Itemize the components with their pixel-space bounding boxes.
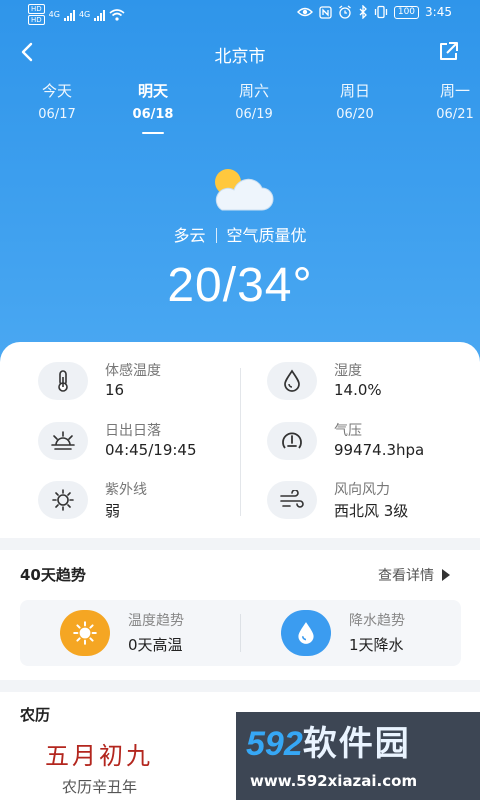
signal-icon [94, 9, 106, 21]
trend-summary: 温度趋势 0天高温 降水趋势 1天降水 [20, 600, 461, 666]
detail-value: 14.0% [334, 381, 382, 399]
status-left: HD HD 4G 4G [28, 4, 125, 25]
status-right: 100 3:45 [296, 5, 452, 19]
play-arrow-icon [442, 569, 450, 581]
trend-value: 1天降水 [349, 636, 404, 654]
lunar-title: 农历 [20, 706, 51, 724]
temperature-trend[interactable]: 温度趋势 0天高温 [60, 610, 230, 656]
watermark-brand-cn: 软件园 [302, 725, 411, 763]
detail-value: 99474.3hpa [334, 441, 425, 459]
detail-label: 体感温度 [105, 363, 161, 379]
signal-label: 4G [78, 10, 91, 19]
bluetooth-icon [359, 5, 367, 19]
day-date: 06/19 [235, 107, 273, 122]
sunrise-icon [38, 422, 88, 460]
day-date: 06/17 [38, 107, 76, 122]
tab-day-tomorrow[interactable]: 明天 06/18 [113, 80, 193, 134]
thermometer-icon [38, 362, 88, 400]
status-bar: HD HD 4G 4G 100 3:45 [0, 0, 480, 28]
rain-trend[interactable]: 降水趋势 1天降水 [281, 610, 451, 656]
detail-wind: 风向风力 西北风 3级 [267, 481, 467, 525]
day-tabs: 今天 06/17 明天 06/18 周六 06/19 周日 06/20 周一 0… [0, 80, 480, 140]
trend-value: 0天高温 [128, 636, 183, 654]
trend-title: 40天趋势 [20, 566, 86, 584]
vibrate-icon [374, 5, 388, 19]
trend-divider [240, 614, 241, 652]
detail-sunrise-sunset: 日出日落 04:45/19:45 [38, 422, 238, 466]
condition-line: 多云 空气质量优 [0, 222, 480, 246]
share-icon[interactable] [436, 40, 460, 64]
detail-value: 16 [105, 381, 125, 399]
partly-cloudy-icon [215, 169, 274, 211]
status-time: 3:45 [425, 5, 452, 19]
chevron-left-icon[interactable] [16, 40, 40, 64]
detail-feels-like: 体感温度 16 [38, 362, 228, 406]
detail-value: 西北风 3级 [334, 502, 409, 520]
detail-value: 04:45/19:45 [105, 441, 197, 459]
sun-icon [38, 481, 88, 519]
hd-badge: HD [28, 15, 45, 25]
detail-value: 弱 [105, 502, 121, 520]
drop-icon [267, 362, 317, 400]
signal-icon [63, 9, 75, 21]
detail-humidity: 湿度 14.0% [267, 362, 467, 406]
site-watermark: 592软件园 www.592xiazai.com [236, 712, 480, 800]
detail-uv: 紫外线 弱 [38, 481, 228, 525]
hd-badge: HD [28, 4, 45, 14]
day-date: 06/20 [336, 107, 374, 122]
day-name: 周六 [238, 82, 269, 100]
day-name: 周一 [439, 82, 470, 100]
nfc-icon [319, 5, 332, 19]
signal-label: 4G [48, 10, 60, 19]
battery-indicator: 100 [393, 5, 420, 19]
day-name: 明天 [137, 82, 168, 100]
lunar-year: 农历辛丑年 [62, 778, 138, 796]
details-divider [240, 368, 241, 516]
temperature-range: 20/34° [167, 259, 313, 312]
tab-day-today[interactable]: 今天 06/17 [17, 80, 97, 122]
detail-label: 紫外线 [105, 482, 147, 498]
alarm-icon [338, 5, 351, 19]
condition-text: 多云 [173, 226, 206, 245]
drop-icon [281, 610, 331, 656]
sun-icon [60, 610, 110, 656]
trend-label: 温度趋势 [128, 613, 184, 629]
trend-label: 降水趋势 [349, 613, 405, 629]
gauge-icon [267, 422, 317, 460]
trend-card: 40天趋势 查看详情 温度趋势 0天高温 降水趋势 1天降水 [0, 550, 480, 680]
watermark-logo: 592软件园 [246, 716, 411, 765]
day-date: 06/21 [436, 107, 474, 122]
active-tab-indicator [142, 132, 164, 134]
detail-label: 气压 [334, 423, 362, 439]
detail-label: 日出日落 [105, 423, 161, 439]
day-date: 06/18 [132, 107, 174, 122]
detail-label: 湿度 [334, 363, 362, 379]
watermark-brand: 592 [246, 725, 303, 763]
tab-day-monday[interactable]: 周一 06/21 [415, 80, 480, 122]
wifi-icon [109, 8, 125, 21]
hd-badges: HD HD [28, 4, 45, 25]
detail-pressure: 气压 99474.3hpa [267, 422, 467, 466]
eye-icon [296, 7, 313, 17]
view-details-link[interactable]: 查看详情 [378, 565, 450, 585]
weather-details-card: 体感温度 16 湿度 14.0% 日出日落 04:45/19:45 气压 994… [0, 342, 480, 538]
watermark-url: www.592xiazai.com [250, 772, 418, 790]
city-title: 北京市 [214, 47, 266, 67]
top-nav: 北京市 [0, 38, 480, 68]
tab-day-sunday[interactable]: 周日 06/20 [315, 80, 395, 122]
detail-label: 风向风力 [334, 482, 390, 498]
condition-separator [215, 228, 217, 243]
wind-icon [267, 481, 317, 519]
day-name: 周日 [339, 82, 370, 100]
weather-hero: HD HD 4G 4G 100 3:45 北京市 今天 06/17 明天 06/… [0, 0, 480, 370]
tab-day-saturday[interactable]: 周六 06/19 [214, 80, 294, 122]
lunar-date: 五月初九 [45, 742, 153, 770]
view-details-label: 查看详情 [378, 568, 434, 584]
air-quality-text: 空气质量优 [226, 226, 307, 245]
day-name: 今天 [41, 82, 72, 100]
